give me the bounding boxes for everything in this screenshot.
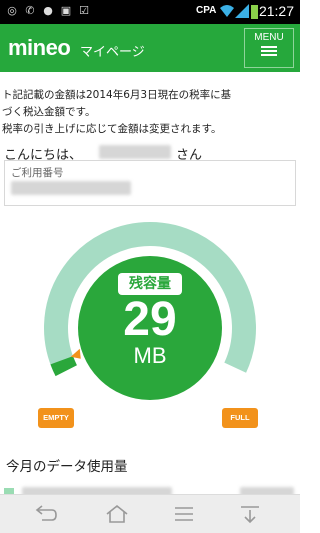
android-nav-bar	[0, 494, 300, 533]
clock: 21:27	[258, 3, 294, 19]
image-icon: ▣	[60, 4, 72, 17]
menu-icon[interactable]	[170, 501, 198, 527]
empty-tag: EMPTY	[38, 408, 74, 428]
alarm-icon: ●	[43, 4, 53, 17]
collapse-icon[interactable]	[236, 501, 264, 527]
wifi-icon	[220, 5, 234, 17]
menu-button[interactable]: MENU	[244, 28, 294, 68]
monthly-usage-title: 今月のデータ使用量	[6, 459, 128, 475]
remaining-value: 29	[123, 293, 177, 346]
notice-line: 税率の引き上げに応じて金額は変更されます。	[2, 123, 222, 135]
home-icon[interactable]	[103, 501, 131, 527]
location-icon: ◎	[7, 4, 17, 17]
check-icon: ☑	[79, 4, 89, 17]
status-bar: ◎ ✆ ● ▣ ☑ CPA 21:27	[0, 0, 300, 24]
contract-number-redacted	[11, 181, 131, 195]
back-icon[interactable]	[32, 501, 60, 527]
mineo-logo[interactable]: mineo	[8, 35, 71, 61]
notice-line: ト記記載の金額は2014年6月3日現在の税率に基	[2, 89, 232, 101]
gauge-fill	[50, 356, 78, 377]
page-title: マイページ	[80, 45, 145, 60]
full-tag: FULL	[222, 408, 258, 428]
tax-notice: ト記記載の金額は2014年6月3日現在の税率に基 づく税込金額です。 税率の引き…	[2, 87, 298, 138]
app-header: mineo マイページ MENU	[0, 24, 300, 72]
notice-line: づく税込金額です。	[2, 106, 96, 118]
call-icon: ✆	[25, 4, 35, 17]
user-name-redacted	[99, 145, 171, 159]
contract-number-card: ご利用番号	[4, 160, 296, 206]
carrier-label: CPA	[196, 5, 217, 16]
hamburger-icon	[261, 46, 277, 56]
contract-number-label: ご利用番号	[11, 167, 64, 179]
signal-icon	[235, 4, 249, 18]
greeting: こんにちは、 さん	[4, 142, 296, 163]
battery-icon	[251, 5, 258, 19]
notification-icons: ◎ ✆ ● ▣ ☑	[6, 5, 90, 17]
remaining-unit: MB	[133, 343, 167, 368]
menu-label: MENU	[254, 32, 284, 43]
